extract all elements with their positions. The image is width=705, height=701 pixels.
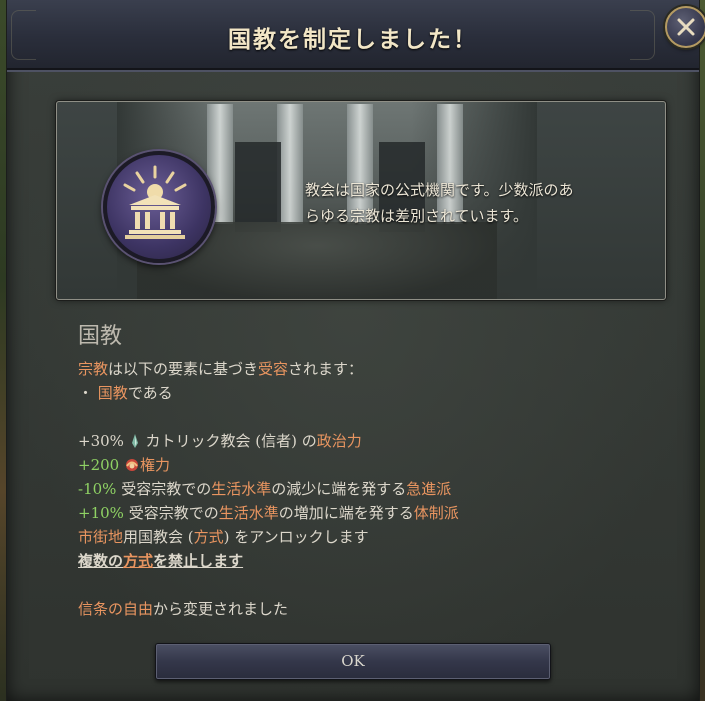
religion-term-link[interactable]: 宗教 xyxy=(78,360,108,378)
effect-authority: +200 権力 xyxy=(78,453,638,477)
effect-loyalists: +10% 受容宗教での生活水準の増加に端を発する体制派 xyxy=(78,501,638,525)
effect-text: の増加に端を発する xyxy=(278,504,414,522)
urban-center-term-link[interactable]: 市街地 xyxy=(78,528,123,546)
law-description-line: 教会は国家の公式機関です。少数派のあ xyxy=(305,181,574,199)
close-button[interactable] xyxy=(665,6,705,48)
effect-text: カトリック教会 (信者) の xyxy=(140,432,317,450)
effect-radicals: -10% 受容宗教での生活水準の減少に端を発する急進派 xyxy=(78,477,638,501)
law-name: 国教 xyxy=(78,324,123,349)
state-religion-term-link[interactable]: 国教 xyxy=(98,384,128,402)
law-description-line: らゆる宗教は差別されています。 xyxy=(305,207,529,225)
effect-text: 受容宗教での xyxy=(116,480,212,498)
bullet: ・ xyxy=(78,384,94,402)
close-icon xyxy=(677,18,695,36)
changed-from-text: から変更されました xyxy=(153,600,289,618)
loyalists-term-link[interactable]: 体制派 xyxy=(414,504,459,522)
freedom-of-conscience-link[interactable]: 信条の自由 xyxy=(78,600,153,618)
acceptance-line: 宗教は以下の要素に基づき受容されます： xyxy=(78,357,638,381)
criteria-text: である xyxy=(127,384,173,402)
illustration-doorway xyxy=(235,142,281,232)
unlock-line: 市街地用国教会 (方式) をアンロックします xyxy=(78,525,638,549)
unlock-text: 用国教会 ( xyxy=(123,528,194,546)
disallow-multiple-line: 複数の方式を禁止します xyxy=(78,549,638,573)
law-description: 教会は国家の公式機関です。少数派のあ らゆる宗教は差別されています。 xyxy=(305,177,625,229)
disallow-text: 禁止 xyxy=(168,552,199,570)
effect-clout: +30% カトリック教会 (信者) の政治力 xyxy=(78,429,638,453)
ok-button[interactable]: OK xyxy=(155,643,551,680)
acceptance-term-link[interactable]: 受容 xyxy=(258,360,288,378)
temple-emblem-graphic xyxy=(123,165,187,239)
production-method-term-link[interactable]: 方式 xyxy=(123,552,153,570)
changed-from-line: 信条の自由から変更されました xyxy=(78,597,638,621)
effect-value: -10% xyxy=(78,480,117,498)
sol-term-link[interactable]: 生活水準 xyxy=(211,480,271,498)
law-details: 国教 宗教は以下の要素に基づき受容されます： ・ 国教である +30% カトリッ… xyxy=(78,321,638,621)
dialog-titlebar: 国教を制定しました！ xyxy=(7,0,699,70)
effect-value: +200 xyxy=(78,456,120,474)
state-religion-temple-icon xyxy=(103,151,215,263)
authority-term-link[interactable]: 権力 xyxy=(140,456,170,474)
dialog-title: 国教を制定しました！ xyxy=(228,26,478,53)
disallow-text: します xyxy=(198,552,244,570)
effect-text: 受容宗教での xyxy=(123,504,219,522)
sol-term-link[interactable]: 生活水準 xyxy=(219,504,279,522)
disallow-text: を xyxy=(153,552,169,570)
disallow-text: 複数の xyxy=(78,552,124,570)
acceptance-text: は以下の要素に基づき xyxy=(108,360,259,378)
radicals-term-link[interactable]: 急進派 xyxy=(406,480,451,498)
clout-term-link[interactable]: 政治力 xyxy=(317,432,362,450)
production-method-term-link[interactable]: 方式 xyxy=(194,528,224,546)
effect-value: +30% xyxy=(78,432,124,450)
effect-value: +10% xyxy=(78,504,124,522)
unlock-text: ) をアンロックします xyxy=(223,528,369,546)
acceptance-text: されます： xyxy=(288,360,364,378)
effect-text: の減少に端を発する xyxy=(271,480,407,498)
acceptance-criteria-item: ・ 国教である xyxy=(78,381,638,405)
